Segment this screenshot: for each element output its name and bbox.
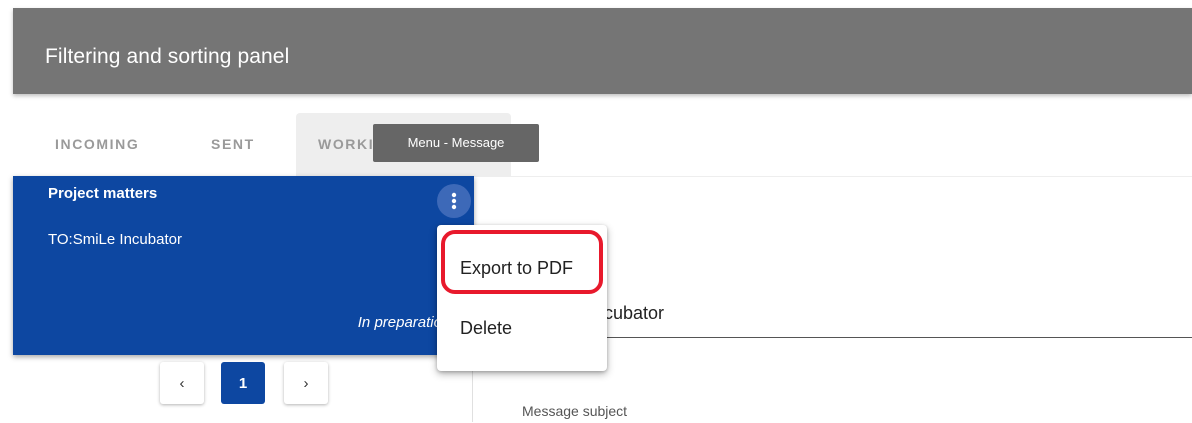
message-title: Project matters bbox=[48, 185, 158, 202]
top-bar: Filtering and sorting panel bbox=[13, 8, 1192, 94]
message-menu-button[interactable] bbox=[437, 184, 471, 218]
delete-menu-item[interactable]: Delete bbox=[437, 305, 607, 351]
tab-sent[interactable]: SENT bbox=[211, 113, 255, 176]
prev-page-button[interactable]: ‹ bbox=[160, 362, 204, 404]
next-page-button[interactable]: › bbox=[284, 362, 328, 404]
message-context-menu: Export to PDF Delete bbox=[437, 225, 607, 371]
message-status: In preparatio bbox=[357, 314, 442, 331]
subject-field-label: Message subject bbox=[522, 403, 628, 419]
export-to-pdf-menu-item[interactable]: Export to PDF bbox=[437, 245, 607, 291]
recipient-field-value[interactable]: cubator bbox=[604, 303, 664, 324]
more-vertical-icon bbox=[451, 192, 457, 210]
tab-incoming[interactable]: INCOMING bbox=[55, 113, 139, 176]
panel-title: Filtering and sorting panel bbox=[45, 45, 290, 68]
recipient-field-underline bbox=[520, 337, 1192, 338]
message-card[interactable]: Project matters TO:SmiLe Incubator In pr… bbox=[13, 176, 474, 355]
page-1-button[interactable]: 1 bbox=[221, 362, 265, 404]
menu-tooltip: Menu - Message bbox=[373, 124, 539, 162]
message-recipient: TO:SmiLe Incubator bbox=[48, 231, 182, 248]
